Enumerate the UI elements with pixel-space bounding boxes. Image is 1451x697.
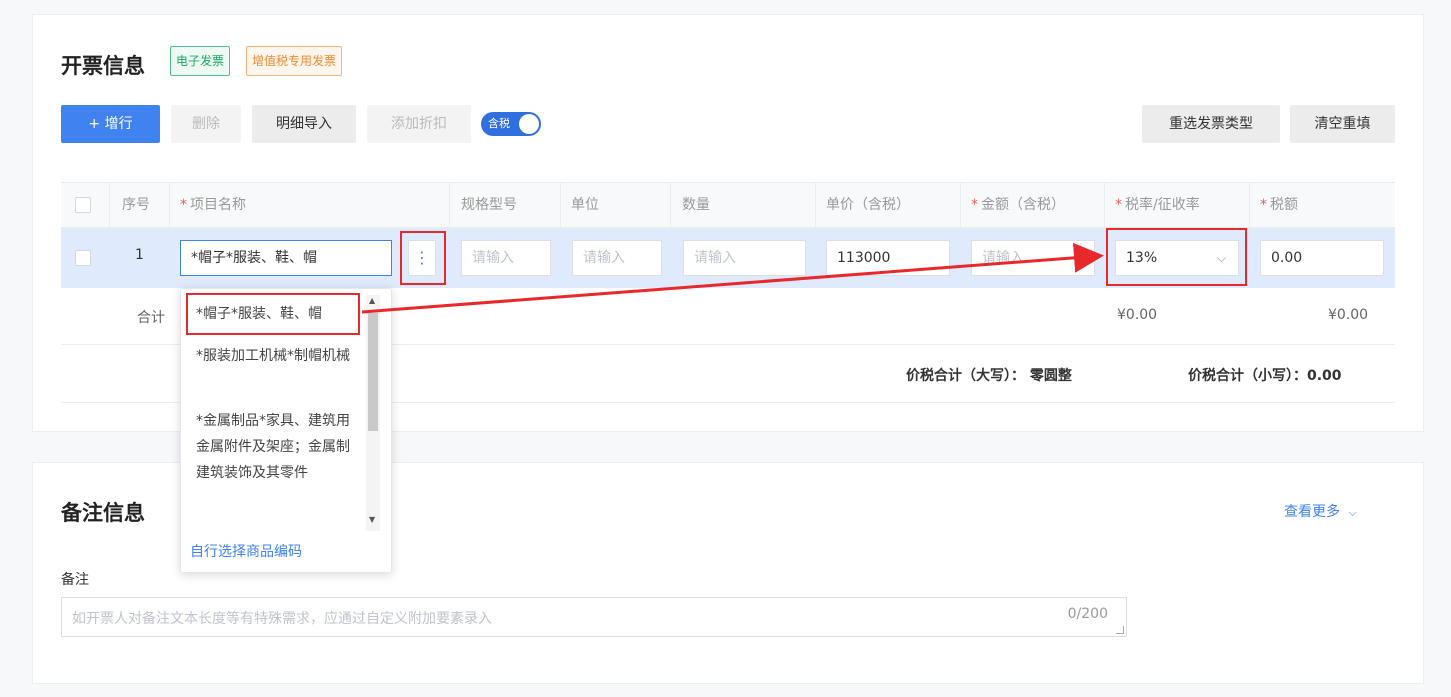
annotation-arrow-icon xyxy=(361,242,1104,314)
